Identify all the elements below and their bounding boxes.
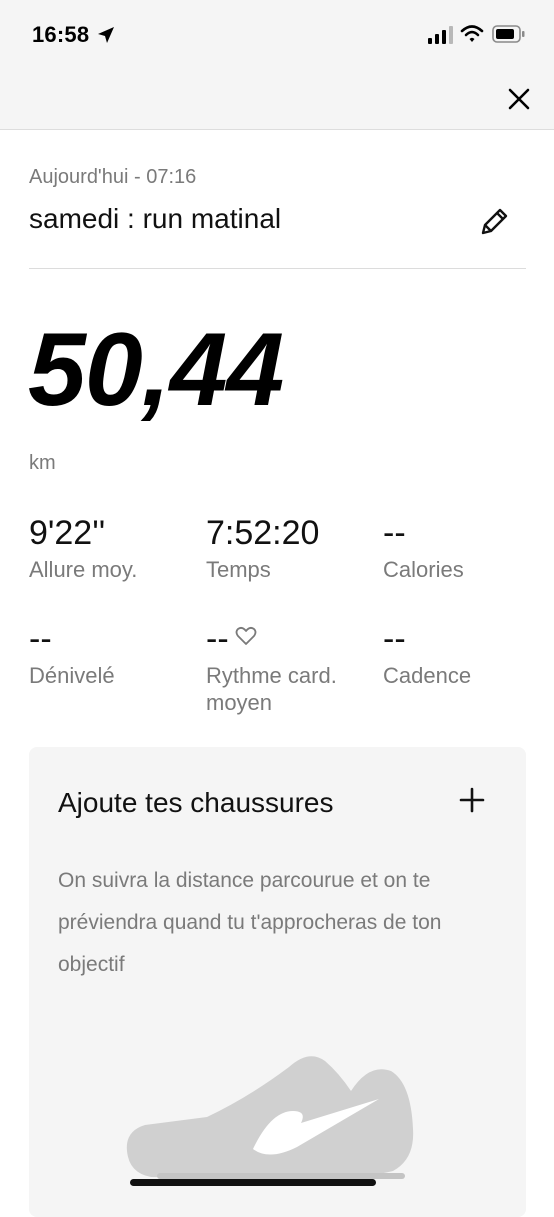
status-bar: 16:58 [0,0,554,70]
stat-pace: 9'22'' Allure moy. [29,516,137,583]
stat-value: -- [206,620,229,658]
status-time: 16:58 [32,22,90,47]
header-divider [29,268,526,269]
stat-heart-rate: -- Rythme card. moyen [206,622,356,716]
stat-label: Cadence [383,663,472,688]
top-nav-bar [0,70,554,130]
battery-icon [492,25,525,43]
distance-unit: km [29,452,56,474]
stat-time: 7:52:20 Temps [206,516,319,583]
activity-date: Aujourd'hui - 07:16 [29,166,197,188]
stat-value: -- [383,514,406,552]
pencil-icon[interactable] [476,204,512,240]
home-indicator[interactable] [130,1179,376,1186]
stat-calories: -- Calories [383,516,464,583]
location-arrow-icon [98,27,114,43]
stat-value: 9'22'' [29,514,106,552]
shoes-card-title: Ajoute tes chaussures [58,787,334,818]
heart-icon [235,626,257,645]
shoe-icon [126,1056,414,1179]
wifi-icon [460,25,484,42]
stat-cadence: -- Cadence [383,622,471,689]
distance-value: 50,44 [28,312,284,428]
stat-value-row: -- [206,622,356,656]
add-shoes-card[interactable]: Ajoute tes chaussures On suivra la dista… [29,747,526,1217]
stat-label: Dénivelé [29,663,115,688]
stat-value: 7:52:20 [206,514,320,552]
stat-value: -- [29,620,52,658]
stat-elevation: -- Dénivelé [29,622,115,689]
close-icon[interactable] [504,84,534,114]
plus-icon[interactable] [459,787,485,813]
stat-label: Rythme card. moyen [206,663,337,715]
stat-label: Calories [383,557,464,582]
stat-label: Temps [206,557,271,582]
shoes-card-description: On suivra la distance parcourue et on te… [58,869,442,976]
stat-value: -- [383,620,406,658]
stat-label: Allure moy. [29,557,138,582]
activity-title: samedi : run matinal [29,203,282,234]
signal-icon [428,26,453,44]
